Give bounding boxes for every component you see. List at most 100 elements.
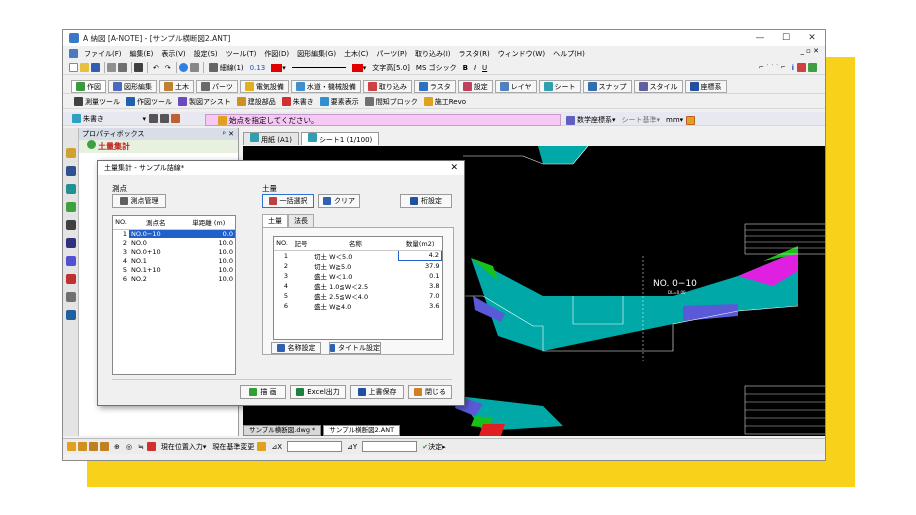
tab-volume[interactable]: 土量 [262, 214, 288, 227]
table-row[interactable]: 2 NO.0 10.0 [113, 238, 235, 247]
app-menu-icon[interactable] [69, 49, 78, 58]
tab-parts[interactable]: パーツ [196, 80, 238, 93]
zoom-icon[interactable] [189, 63, 199, 72]
table-row[interactable]: 1 切土 W＜5.0 4.2 [274, 249, 442, 261]
maximize-button[interactable]: ☐ [773, 30, 799, 46]
undo-icon[interactable]: ↶ [150, 62, 162, 74]
overwrite-save-button[interactable]: 上書保存 [350, 385, 404, 399]
tab-style[interactable]: スタイル [633, 80, 683, 93]
strip-tool-9-icon[interactable] [66, 292, 76, 302]
digits-setting-button[interactable]: 桁設定 [400, 194, 452, 208]
strip-tool-3-icon[interactable] [66, 184, 76, 194]
menu-civil[interactable]: 土木(C) [340, 49, 372, 59]
close-dialog-button[interactable]: 閉じる [408, 385, 452, 399]
menu-file[interactable]: ファイル(F) [80, 49, 126, 59]
tab-shape-edit[interactable]: 図形編集 [108, 80, 157, 93]
table-row[interactable]: 3 盛土 W＜1.0 0.1 [274, 271, 442, 281]
menu-help[interactable]: ヘルプ(H) [549, 49, 589, 59]
block-button[interactable]: 間知ブロック [362, 96, 421, 108]
dy-input[interactable] [362, 441, 418, 452]
tab-sheet1[interactable]: シート1 (1/100) [300, 132, 380, 145]
clear-button[interactable]: クリア [318, 194, 360, 208]
draw-tool-button[interactable]: 作図ツール [123, 96, 175, 108]
crosshair-icon[interactable]: ⊕ [111, 441, 123, 453]
dx-input[interactable] [287, 441, 343, 452]
table-row[interactable]: 5 盛土 2.5≦W＜4.0 7.0 [274, 291, 442, 301]
tab-coordinate-system[interactable]: 座標系 [684, 80, 727, 93]
menu-tools[interactable]: ツール(T) [222, 49, 261, 59]
tab-draw[interactable]: 作図 [71, 80, 106, 93]
base-change-select[interactable]: 現在基準変更 [209, 441, 257, 453]
text-color-select[interactable]: ▾ [349, 62, 370, 74]
doc-tab-ant[interactable]: サンプル横断図2.ANT [323, 425, 401, 436]
print-icon[interactable] [134, 63, 143, 72]
line-color-select[interactable]: ▾ [268, 62, 289, 74]
strip-tool-5-icon[interactable] [66, 220, 76, 230]
tab-paper[interactable]: 用紙 (A1) [243, 132, 299, 145]
sheet-base-select[interactable]: シート基準 ▾ [619, 114, 664, 126]
batch-select-button[interactable]: 一括選択 [262, 194, 314, 208]
qty-edit-cell[interactable]: 4.2 [398, 249, 442, 261]
tab-snap[interactable]: スナップ [582, 80, 632, 93]
menu-raster[interactable]: ラスタ(R) [455, 49, 494, 59]
table-row[interactable]: 5 NO.1+10 10.0 [113, 265, 235, 274]
tab-electric[interactable]: 電気設備 [239, 80, 289, 93]
base-point-icon[interactable] [257, 442, 267, 451]
layer-select[interactable]: 朱書き ▾ [69, 113, 149, 125]
align-buttons[interactable]: ⌐ ˙ ˙ ˙ ⌐ [756, 62, 789, 74]
redo-icon[interactable]: ↷ [162, 62, 174, 74]
menu-parts[interactable]: パーツ(P) [372, 49, 411, 59]
tab-water-machine[interactable]: 水道・機械設備 [290, 80, 361, 93]
table-row[interactable]: 1 NO.0−10 0.0 [113, 229, 235, 238]
property-box-close-icon[interactable]: ᵖ ✕ [223, 128, 234, 140]
survey-tool-button[interactable]: 測量ツール [71, 96, 123, 108]
confirm-button[interactable]: ✔ 決定 ▸ [419, 441, 448, 453]
unit-select[interactable]: mm ▾ [663, 114, 686, 126]
dialog-close-button[interactable]: ✕ [450, 161, 458, 175]
target-icon[interactable]: ◎ [123, 441, 135, 453]
layer-list-icon[interactable] [149, 114, 158, 123]
menu-draw[interactable]: 作図(D) [260, 49, 293, 59]
position-input-select[interactable]: 現在位置入力 ▾ [158, 441, 210, 453]
menu-import[interactable]: 取り込み(I) [411, 49, 455, 59]
strip-tool-4-icon[interactable] [66, 202, 76, 212]
ortho-icon[interactable] [89, 442, 98, 451]
table-row[interactable]: 4 盛土 1.0≦W＜2.5 3.8 [274, 281, 442, 291]
construction-parts-button[interactable]: 建設部品 [234, 96, 279, 108]
tab-import[interactable]: 取り込み [362, 80, 412, 93]
drafting-assist-button[interactable]: 製図アシスト [175, 96, 234, 108]
tab-settings[interactable]: 設定 [457, 80, 493, 93]
underline-button[interactable]: U [479, 62, 490, 74]
italic-button[interactable]: I [471, 62, 479, 74]
help-icon[interactable] [178, 63, 188, 72]
strip-tool-6-icon[interactable] [66, 238, 76, 248]
minimize-button[interactable]: — [747, 30, 773, 46]
line-width-select[interactable]: 0.13 [247, 62, 269, 74]
element-display-button[interactable]: 要素表示 [317, 96, 362, 108]
mdi-controls[interactable]: _ ▫ ✕ [800, 47, 819, 55]
doc-tab-dwg[interactable]: サンプル横断図.dwg * [243, 425, 322, 436]
new-file-icon[interactable] [69, 63, 78, 72]
grid-icon[interactable] [67, 442, 76, 451]
picker-icon[interactable] [797, 63, 806, 72]
save-icon[interactable] [91, 63, 100, 72]
tab-slope-length[interactable]: 法長 [288, 214, 314, 227]
info-icon[interactable]: i [789, 62, 797, 74]
copy-icon[interactable] [107, 63, 116, 72]
strip-tool-1-icon[interactable] [66, 148, 76, 158]
strip-tool-8-icon[interactable] [66, 274, 76, 284]
menu-shape-edit[interactable]: 図形編集(G) [293, 49, 340, 59]
table-icon[interactable] [146, 442, 156, 451]
strip-tool-10-icon[interactable] [66, 310, 76, 320]
tab-layer[interactable]: レイヤ [494, 80, 537, 93]
text-size-select[interactable]: 文字高[5.0] [369, 62, 413, 74]
strip-tool-2-icon[interactable] [66, 166, 76, 176]
menu-settings[interactable]: 設定(S) [190, 49, 222, 59]
angle-icon[interactable] [100, 442, 109, 451]
name-setting-button[interactable]: 名称設定 [271, 342, 321, 354]
tab-raster[interactable]: ラスタ [413, 80, 456, 93]
draw-button[interactable]: 描 画 [240, 385, 286, 399]
table-row[interactable]: 3 NO.0+10 10.0 [113, 247, 235, 256]
bold-button[interactable]: B [460, 62, 471, 74]
layer-props-icon[interactable] [160, 114, 169, 123]
